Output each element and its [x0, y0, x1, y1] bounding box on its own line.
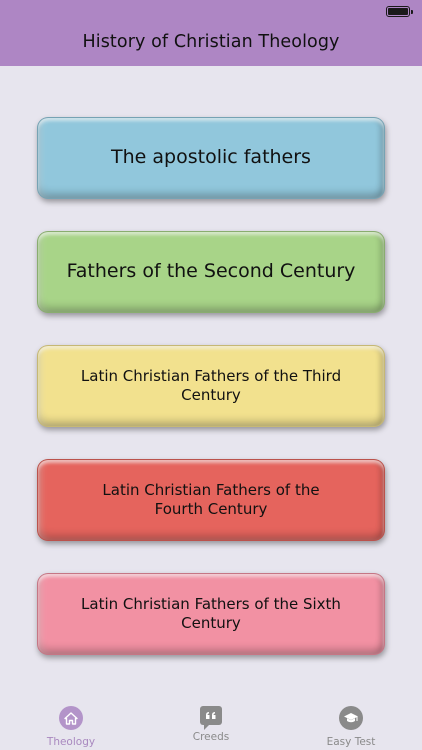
- tab-bar: Theology Creeds Easy Test: [0, 700, 422, 750]
- status-bar: [0, 0, 422, 22]
- card-label: Latin Christian Fathers of the Fourth Ce…: [102, 481, 320, 518]
- card-apostolic-fathers[interactable]: The apostolic fathers: [37, 117, 385, 199]
- battery-icon: [386, 6, 413, 17]
- card-third-century[interactable]: Latin Christian Fathers of the Third Cen…: [37, 345, 385, 427]
- card-label: Latin Christian Fathers of the Third Cen…: [80, 367, 342, 404]
- card-label: The apostolic fathers: [111, 146, 311, 169]
- graduation-cap-icon: [339, 706, 363, 730]
- tab-label: Easy Test: [326, 736, 376, 748]
- tab-label: Theology: [46, 736, 96, 748]
- card-label: Latin Christian Fathers of the Sixth Cen…: [81, 595, 341, 632]
- quote-icon: [200, 706, 222, 730]
- tab-label: Creeds: [192, 731, 230, 743]
- home-icon: [59, 706, 83, 730]
- tab-theology[interactable]: Theology: [31, 706, 111, 750]
- card-label: Fathers of the Second Century: [66, 260, 356, 283]
- card-second-century[interactable]: Fathers of the Second Century: [37, 231, 385, 313]
- tab-easy-test[interactable]: Easy Test: [311, 706, 391, 750]
- card-fourth-century[interactable]: Latin Christian Fathers of the Fourth Ce…: [37, 459, 385, 541]
- card-sixth-century[interactable]: Latin Christian Fathers of the Sixth Cen…: [37, 573, 385, 655]
- page-title: History of Christian Theology: [82, 32, 340, 52]
- app-header: History of Christian Theology: [0, 0, 422, 66]
- tab-creeds[interactable]: Creeds: [171, 706, 251, 750]
